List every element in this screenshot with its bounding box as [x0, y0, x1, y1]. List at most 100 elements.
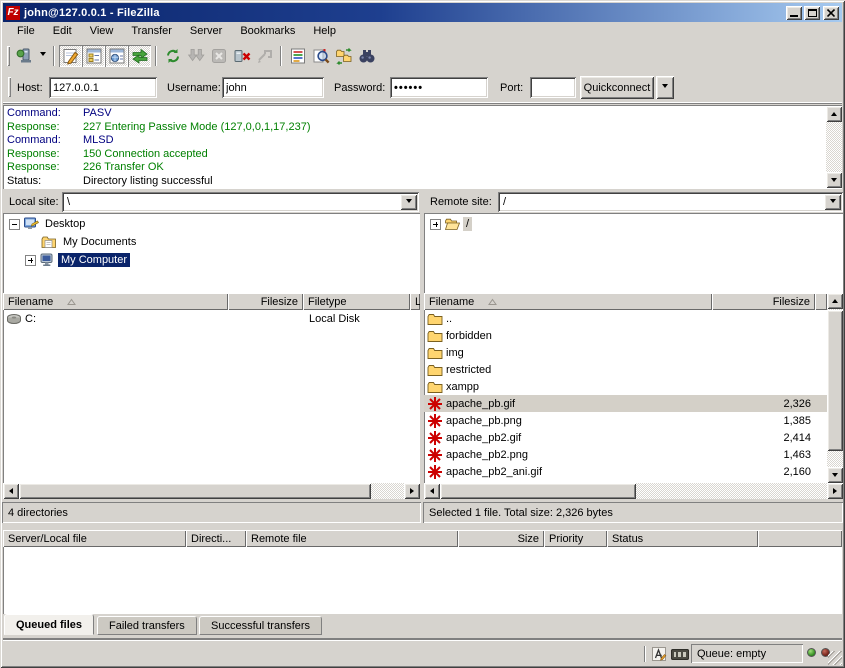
remote-file-row[interactable]: apache_pb2.gif 2,414 — [424, 429, 827, 446]
remote-file-row[interactable]: restricted — [424, 361, 827, 378]
remote-file-row[interactable]: xampp — [424, 378, 827, 395]
remote-file-row[interactable]: .. — [424, 310, 827, 327]
quickconnect-dropdown-button[interactable] — [656, 76, 674, 99]
expand-expander[interactable] — [430, 219, 441, 230]
menu-transfer[interactable]: Transfer — [122, 23, 181, 40]
expand-expander[interactable] — [25, 255, 36, 266]
process-queue-button[interactable] — [184, 45, 207, 67]
synchronized-browsing-button[interactable] — [332, 45, 355, 67]
local-site-dropdown-button[interactable] — [400, 194, 417, 210]
queue-header: Server/Local file Directi... Remote file… — [3, 530, 842, 547]
tab-successful-transfers[interactable]: Successful transfers — [199, 616, 322, 635]
minimize-button[interactable] — [786, 6, 802, 20]
log-line: Command:MLSD — [7, 134, 822, 148]
remote-site-combo[interactable]: / — [498, 192, 843, 212]
local-file-row[interactable]: C: Local Disk — [3, 310, 420, 327]
tree-item-my-documents[interactable]: My Documents — [3, 233, 420, 251]
collapse-expander[interactable] — [9, 219, 20, 230]
column-server-local-file[interactable]: Server/Local file — [3, 530, 186, 547]
toggle-remote-tree-button[interactable] — [105, 45, 128, 67]
refresh-button[interactable] — [161, 45, 184, 67]
host-input[interactable] — [49, 77, 157, 98]
remote-file-row[interactable]: apache_pb2.png 1,463 — [424, 446, 827, 463]
file-size: 1,463 — [701, 449, 811, 461]
queue-status-text: Queue: empty — [697, 648, 766, 660]
maximize-button[interactable] — [804, 6, 820, 20]
site-manager-dropdown-button[interactable] — [36, 45, 49, 67]
remote-file-row[interactable]: apache_pb2_ani.gif 2,160 — [424, 463, 827, 480]
column-filesize[interactable]: Filesize — [228, 293, 303, 310]
quickconnect-button[interactable]: Quickconnect — [580, 76, 654, 99]
remote-vertical-scrollbar[interactable] — [827, 293, 843, 483]
speed-limit-indicator-icon[interactable] — [671, 649, 689, 660]
menu-server[interactable]: Server — [181, 23, 231, 40]
column-last-modified[interactable]: L — [410, 293, 420, 310]
tree-item-my-computer[interactable]: My Computer — [3, 251, 420, 269]
remote-file-row[interactable]: forbidden — [424, 327, 827, 344]
filename-filters-button[interactable] — [286, 45, 309, 67]
ascii-data-type-indicator[interactable] — [651, 646, 667, 662]
host-label: Host: — [17, 82, 43, 94]
site-manager-button[interactable] — [13, 45, 36, 67]
column-filename[interactable]: Filename — [3, 293, 228, 310]
title-bar[interactable]: Fz john@127.0.0.1 - FileZilla — [3, 3, 842, 22]
column-filename[interactable]: Filename — [424, 293, 712, 310]
scrollbar-thumb[interactable] — [440, 483, 636, 499]
column-filetype[interactable]: Filetype — [303, 293, 410, 310]
disconnect-button[interactable] — [230, 45, 253, 67]
port-input[interactable] — [530, 77, 576, 98]
column-direction[interactable]: Directi... — [186, 530, 246, 547]
message-log[interactable]: Command:PASV Response:227 Entering Passi… — [3, 105, 842, 189]
column-filler — [815, 293, 827, 310]
column-priority[interactable]: Priority — [544, 530, 607, 547]
local-horizontal-scrollbar[interactable] — [3, 483, 420, 499]
scrollbar-thumb[interactable] — [827, 310, 843, 451]
file-name: apache_pb2_ani.gif — [446, 466, 701, 478]
tree-item-label: My Computer — [58, 253, 130, 267]
scroll-up-button[interactable] — [827, 293, 843, 309]
remote-file-row[interactable]: apache_pb.png 1,385 — [424, 412, 827, 429]
scroll-down-button[interactable] — [827, 467, 843, 483]
scroll-left-button[interactable] — [424, 483, 440, 499]
menu-help[interactable]: Help — [304, 23, 345, 40]
tab-queued-files[interactable]: Queued files — [4, 614, 94, 635]
status-bar: Queue: empty — [3, 640, 842, 665]
remote-horizontal-scrollbar[interactable] — [424, 483, 843, 499]
quickconnect-grip[interactable] — [8, 77, 11, 97]
find-files-button[interactable] — [355, 45, 378, 67]
toggle-local-tree-button[interactable] — [82, 45, 105, 67]
close-button[interactable] — [823, 6, 839, 20]
menu-view[interactable]: View — [81, 23, 123, 40]
local-site-combo[interactable]: \ — [62, 192, 419, 212]
username-input[interactable] — [222, 77, 324, 98]
window-resize-grip[interactable] — [828, 651, 842, 665]
password-input[interactable] — [390, 77, 488, 98]
tree-item-root[interactable]: / — [424, 215, 843, 233]
remote-site-value: / — [503, 196, 824, 208]
scroll-down-button[interactable] — [826, 172, 842, 188]
remote-site-dropdown-button[interactable] — [824, 194, 841, 210]
column-status[interactable]: Status — [607, 530, 758, 547]
reconnect-button[interactable] — [253, 45, 276, 67]
log-scrollbar[interactable] — [826, 106, 842, 188]
menu-bookmarks[interactable]: Bookmarks — [231, 23, 304, 40]
toggle-message-log-button[interactable] — [59, 45, 82, 67]
scrollbar-thumb[interactable] — [19, 483, 371, 499]
tab-failed-transfers[interactable]: Failed transfers — [97, 616, 197, 635]
column-size[interactable]: Size — [458, 530, 544, 547]
scroll-right-button[interactable] — [827, 483, 843, 499]
column-remote-file[interactable]: Remote file — [246, 530, 458, 547]
cancel-operation-button[interactable] — [207, 45, 230, 67]
remote-file-row-selected[interactable]: apache_pb.gif 2,326 — [424, 395, 827, 412]
scroll-up-button[interactable] — [826, 106, 842, 122]
scroll-left-button[interactable] — [3, 483, 19, 499]
tree-item-desktop[interactable]: Desktop — [3, 215, 420, 233]
directory-comparison-button[interactable] — [309, 45, 332, 67]
column-filesize[interactable]: Filesize — [712, 293, 815, 310]
toggle-transfer-queue-button[interactable] — [128, 45, 151, 67]
scroll-right-button[interactable] — [404, 483, 420, 499]
menu-file[interactable]: File — [8, 23, 44, 40]
toolbar-grip[interactable] — [7, 46, 10, 66]
remote-file-row[interactable]: img — [424, 344, 827, 361]
menu-edit[interactable]: Edit — [44, 23, 81, 40]
